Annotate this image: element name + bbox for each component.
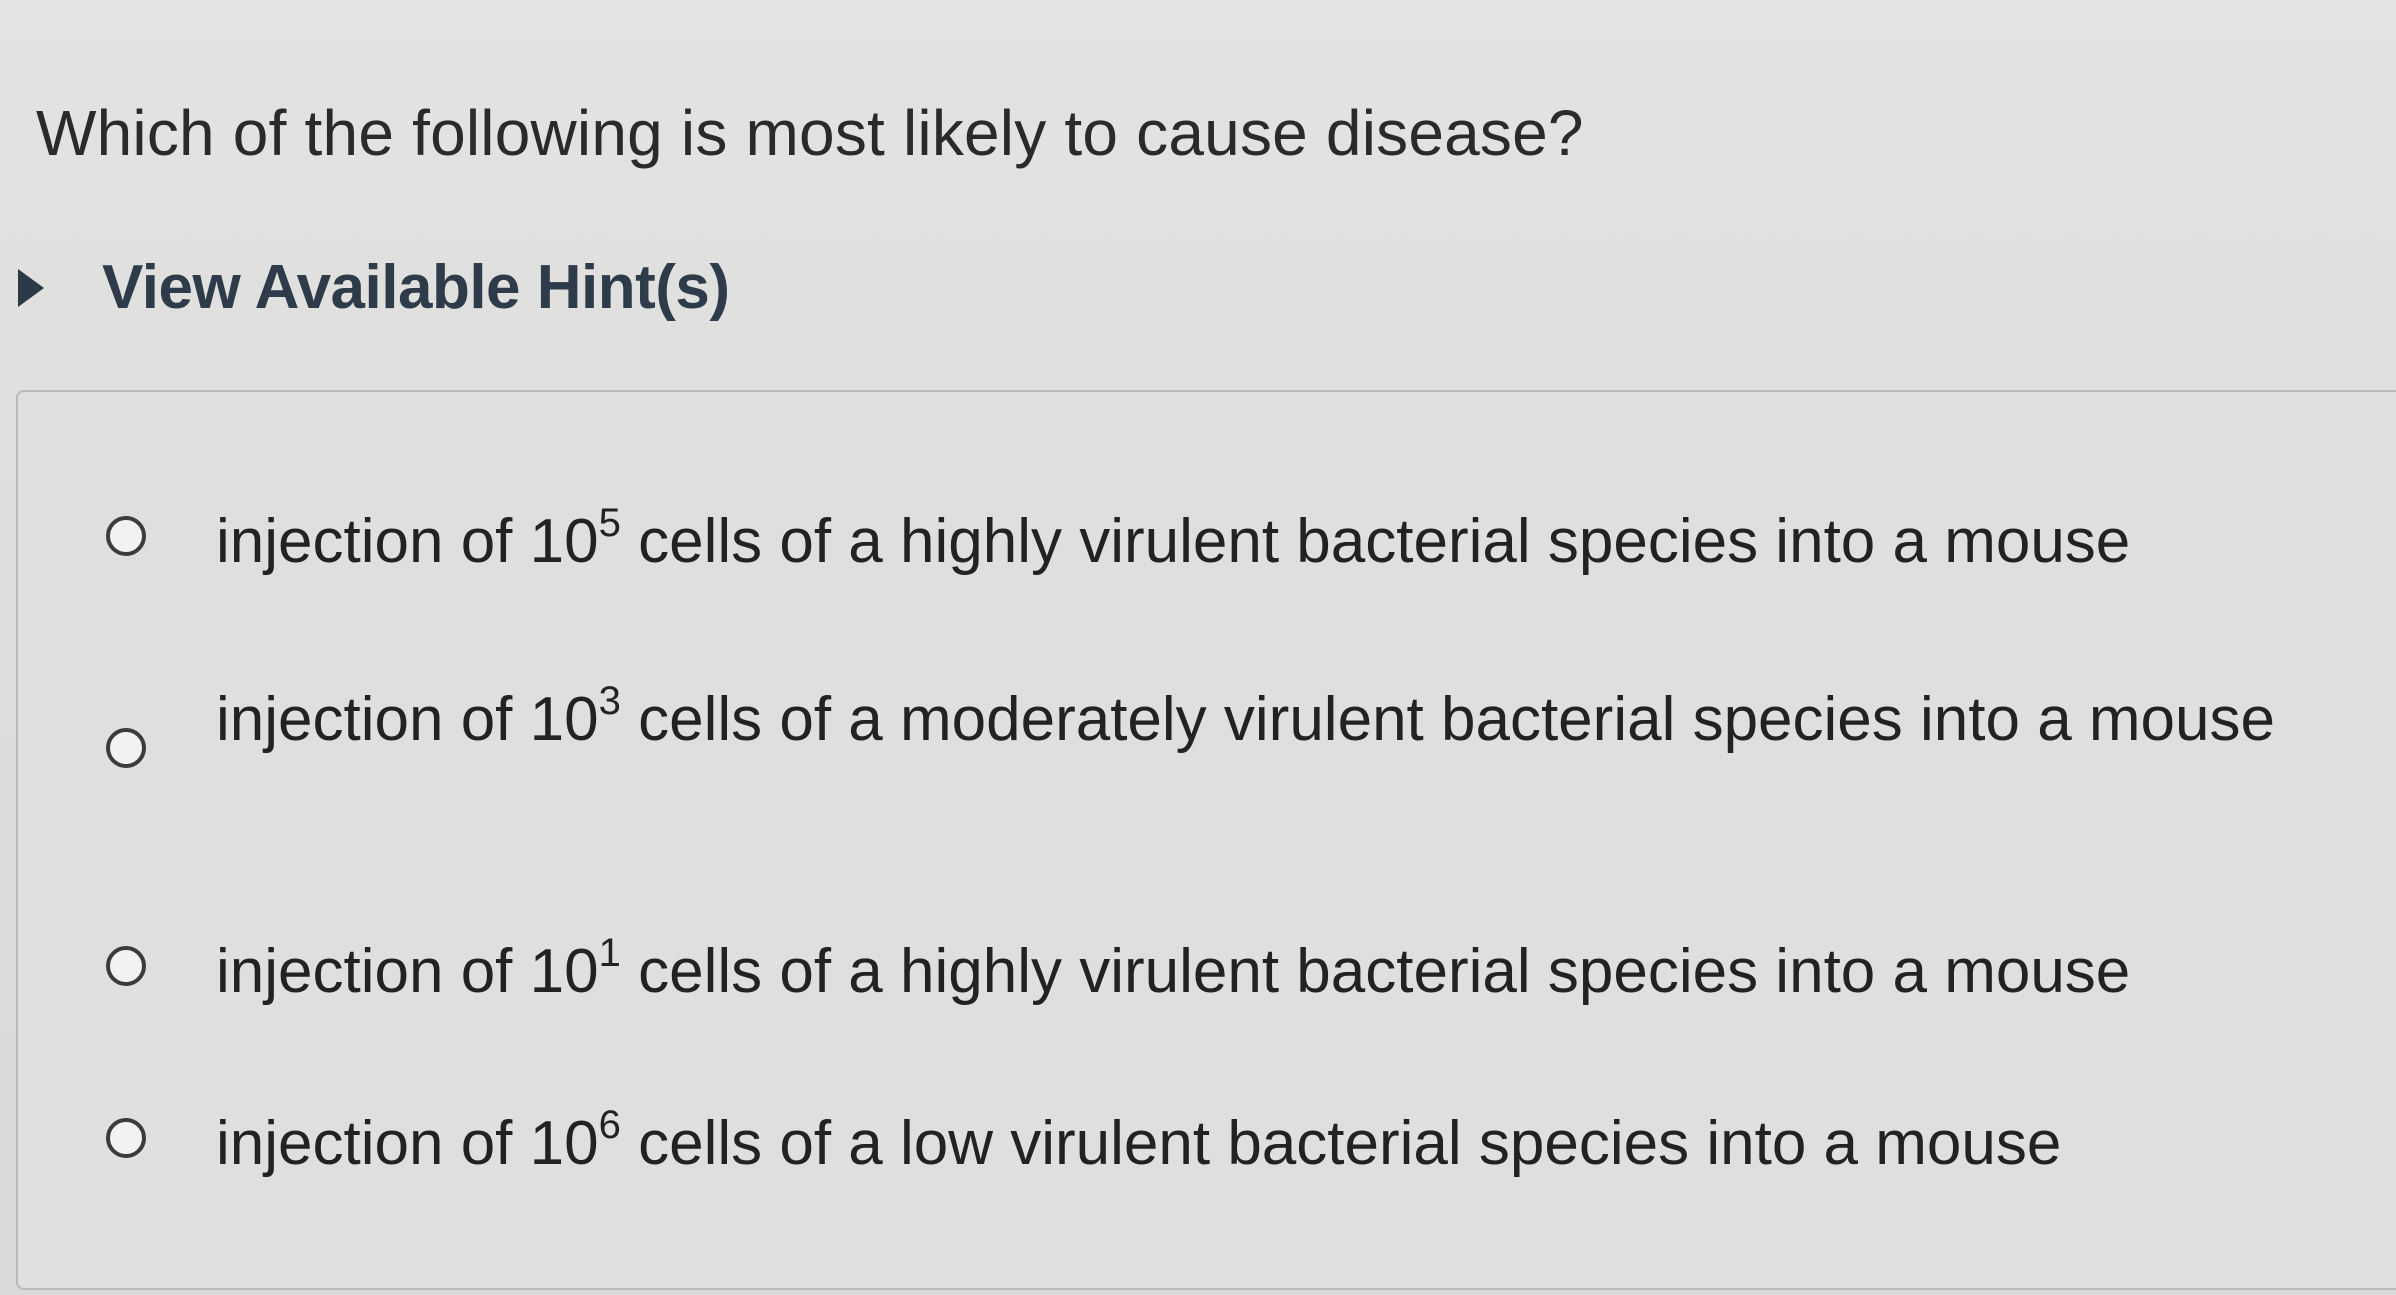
radio-button-icon[interactable] (106, 946, 146, 986)
option-text-prefix: injection of 10 (216, 507, 599, 576)
option-label: injection of 101 cells of a highly virul… (216, 932, 2296, 1012)
option-text-suffix: cells of a low virulent bacterial specie… (620, 1109, 2062, 1178)
option-text-suffix: cells of a highly virulent bacterial spe… (620, 507, 2131, 576)
option-text-suffix: cells of a highly virulent bacterial spe… (620, 937, 2131, 1006)
view-hints-label: View Available Hint(s) (102, 253, 730, 322)
option-exponent: 5 (598, 501, 621, 545)
caret-right-icon (18, 268, 44, 307)
question-text: Which of the following is most likely to… (36, 97, 1584, 169)
option-text-suffix: cells of a moderately virulent bacterial… (620, 685, 2275, 754)
option-exponent: 3 (598, 679, 621, 723)
option-text-prefix: injection of 10 (216, 937, 599, 1006)
option-label: injection of 106 cells of a low virulent… (216, 1104, 2296, 1184)
answer-options-panel: injection of 105 cells of a highly virul… (16, 390, 2396, 1290)
option-label: injection of 103 cells of a moderately v… (216, 680, 2296, 760)
option-text-prefix: injection of 10 (216, 1109, 599, 1178)
radio-button-icon[interactable] (106, 728, 146, 768)
option-label: injection of 105 cells of a highly virul… (216, 502, 2296, 582)
option-text-prefix: injection of 10 (216, 685, 599, 754)
option-exponent: 6 (598, 1103, 621, 1147)
view-hints-toggle[interactable]: View Available Hint(s) (18, 252, 730, 323)
radio-button-icon[interactable] (106, 1118, 146, 1158)
radio-button-icon[interactable] (106, 516, 146, 556)
option-exponent: 1 (598, 931, 621, 975)
